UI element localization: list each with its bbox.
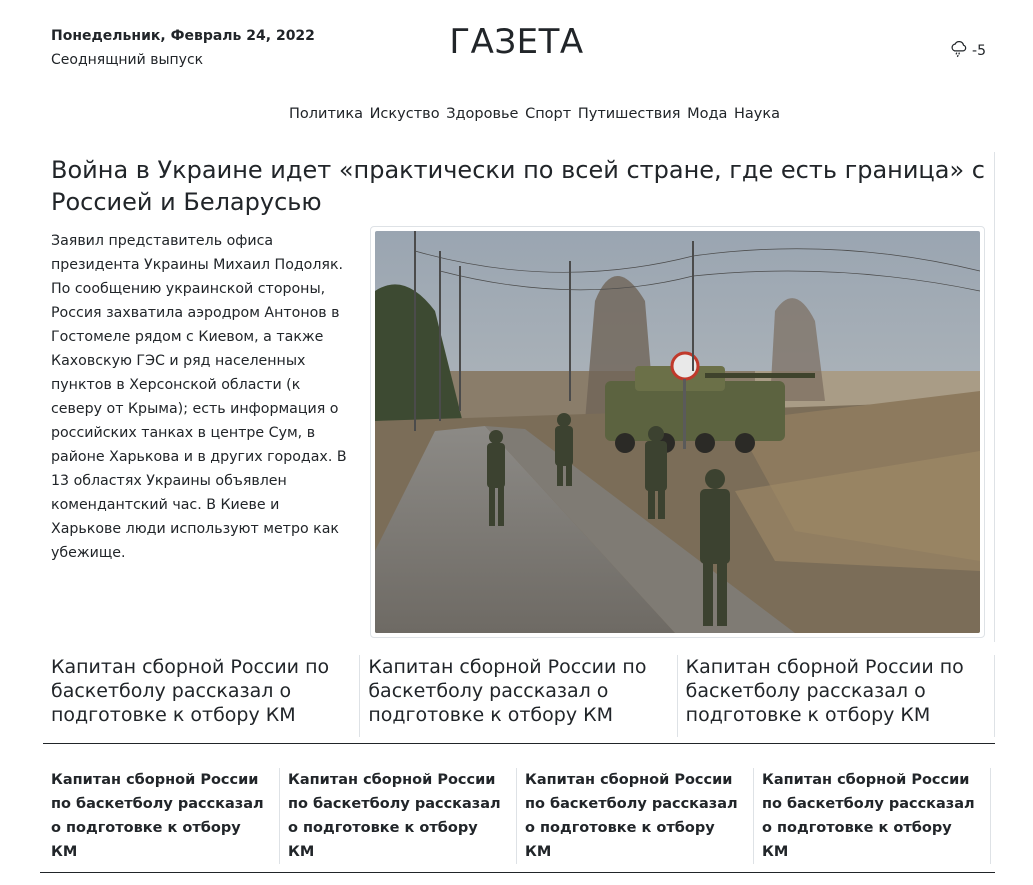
main-lead-text: Заявил представитель офиса президента Ук… [51,233,347,561]
story-title[interactable]: Капитан сборной России по баскетболу рас… [368,655,668,727]
section-nav: Политика Искуство Здоровье Спорт Путишес… [0,106,1033,122]
story-card[interactable]: Капитан сборной России по баскетболу рас… [43,655,361,737]
story-title[interactable]: Капитан сборной России по баскетболу рас… [288,768,508,864]
story-card[interactable]: Капитан сборной России по баскетболу рас… [43,768,280,864]
secondary-stories: Капитан сборной России по баскетболу рас… [43,655,995,737]
section-divider [40,872,995,873]
story-card[interactable]: Капитан сборной России по баскетболу рас… [517,768,754,864]
nav-item-science[interactable]: Наука [734,106,780,122]
story-card[interactable]: Капитан сборной России по баскетболу рас… [678,655,995,737]
story-title[interactable]: Капитан сборной России по баскетболу рас… [51,655,351,727]
story-title[interactable]: Капитан сборной России по баскетболу рас… [762,768,982,864]
column-divider [994,152,995,642]
tertiary-stories: Капитан сборной России по баскетболу рас… [43,768,991,864]
story-title[interactable]: Капитан сборной России по баскетболу рас… [525,768,745,864]
section-divider [43,743,995,744]
nav-item-art[interactable]: Искуство [370,106,440,122]
main-headline[interactable]: Война в Украине идет «практически по все… [51,154,991,218]
nav-item-fashion[interactable]: Мода [687,106,727,122]
story-title[interactable]: Капитан сборной России по баскетболу рас… [51,768,271,864]
nav-item-sport[interactable]: Спорт [525,106,571,122]
story-card[interactable]: Капитан сборной России по баскетболу рас… [280,768,517,864]
nav-item-travel[interactable]: Путишествия [578,106,681,122]
story-title[interactable]: Капитан сборной России по баскетболу рас… [686,655,986,727]
weather-value: -5 [972,43,986,59]
nav-item-health[interactable]: Здоровье [446,106,518,122]
nav-item-politics[interactable]: Политика [289,106,363,122]
main-photo[interactable] [370,226,985,638]
masthead-title[interactable]: ГАЗЕТА [0,22,1033,62]
weather-widget: -5 [950,40,986,62]
story-card[interactable]: Капитан сборной России по баскетболу рас… [360,655,678,737]
soldiers-on-road-photo [375,231,980,633]
cloud-drizzle-icon [950,40,968,62]
story-card[interactable]: Капитан сборной России по баскетболу рас… [754,768,991,864]
